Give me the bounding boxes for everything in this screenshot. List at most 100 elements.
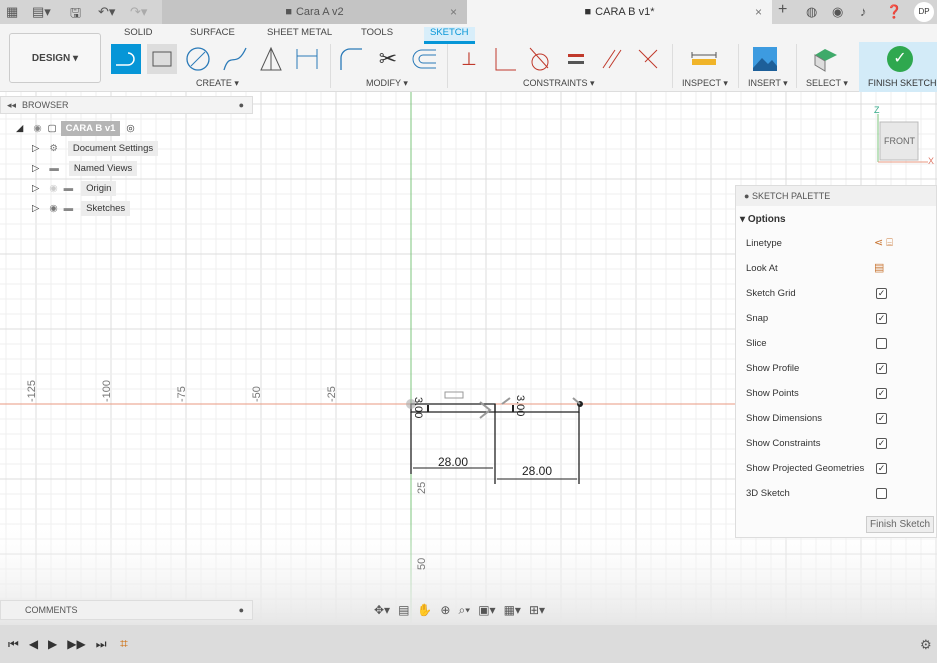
step-back-icon[interactable]: ◀ <box>29 637 38 652</box>
step-forward-icon[interactable]: ▶▶ <box>67 637 85 652</box>
minimize-icon[interactable]: ● <box>744 191 752 201</box>
triangle-tool-icon[interactable] <box>256 44 286 74</box>
fix-constraint-icon[interactable]: ⊥ <box>454 44 484 74</box>
browser-item-sketches[interactable]: ▷ ◉ ▬ Sketches <box>32 199 131 217</box>
browser-item-document-settings[interactable]: ▷ ⚙ Document Settings <box>32 139 159 157</box>
help-icon[interactable]: ❓ <box>886 4 902 20</box>
expand-icon[interactable]: ▷ <box>32 143 39 154</box>
insert-menu[interactable]: INSERT ▾ <box>748 78 788 89</box>
expand-icon[interactable]: ▷ <box>32 203 39 214</box>
circle-tool-icon[interactable] <box>183 44 213 74</box>
finish-sketch-button[interactable]: ✓ FINISH SKETCH ▾ <box>859 42 937 92</box>
spline-tool-icon[interactable] <box>220 44 250 74</box>
sketch-timeline-feature-icon[interactable]: ⌗ <box>120 635 128 652</box>
dimension-tool-icon[interactable] <box>292 44 322 74</box>
active-radio-icon[interactable]: ◎ <box>126 123 134 134</box>
viewports-icon[interactable]: ⊞▾ <box>529 603 545 618</box>
look-at-icon[interactable]: ▤ <box>874 261 884 274</box>
add-comment-icon[interactable]: ● <box>239 605 244 615</box>
zoom-window-icon[interactable]: ⌕▾ <box>458 603 470 618</box>
checkbox-snap[interactable]: ✓ <box>876 313 887 324</box>
checkbox-show-projected-geometries[interactable]: ✓ <box>876 463 887 474</box>
line-tool-icon[interactable] <box>111 44 141 74</box>
go-to-end-icon[interactable]: ⏭ <box>96 637 107 652</box>
grid-settings-icon[interactable]: ▦▾ <box>504 603 521 618</box>
select-icon[interactable] <box>810 44 840 74</box>
checkbox-show-constraints[interactable]: ✓ <box>876 438 887 449</box>
undo-icon[interactable]: ↶▾ <box>98 4 115 20</box>
eye-icon[interactable]: ◉ <box>33 123 41 134</box>
go-to-start-icon[interactable]: ⏮ <box>8 637 19 652</box>
tab-tools[interactable]: TOOLS <box>361 27 393 38</box>
save-icon[interactable]: 🖫 <box>70 4 81 26</box>
options-section[interactable]: ▾ Options <box>740 214 786 225</box>
checkbox-3d-sketch[interactable] <box>876 488 887 499</box>
eye-hidden-icon[interactable]: ◉ <box>49 183 57 194</box>
palette-header[interactable]: ● SKETCH PALETTE <box>736 186 936 206</box>
file-menu-icon[interactable]: ▤▾ <box>32 4 51 20</box>
redo-icon[interactable]: ↷▾ <box>130 4 147 20</box>
pan-hand-icon[interactable]: ✋ <box>417 603 432 618</box>
checkbox-show-profile[interactable]: ✓ <box>876 363 887 374</box>
collapse-icon[interactable]: ◂◂ <box>7 100 16 111</box>
view-cube-face[interactable]: FRONT <box>884 136 915 146</box>
tab-surface[interactable]: SURFACE <box>190 27 235 38</box>
apps-grid-icon[interactable]: ▦ <box>6 4 18 20</box>
modify-menu[interactable]: MODIFY ▾ <box>366 78 408 89</box>
expand-icon[interactable]: ▷ <box>32 183 39 194</box>
tab-sketch[interactable]: SKETCH <box>424 27 475 44</box>
checkbox-slice[interactable] <box>876 338 887 349</box>
orbit-icon[interactable]: ✥▾ <box>374 603 390 618</box>
browser-root[interactable]: ◢ ◉ ▢ CARA B v1 ◎ <box>16 119 135 137</box>
tab-cara-a[interactable]: ■ Cara A v2 × <box>162 0 467 24</box>
checkbox-show-points[interactable]: ✓ <box>876 388 887 399</box>
browser-panel-header[interactable]: ◂◂ BROWSER ● <box>0 96 253 114</box>
tab-solid[interactable]: SOLID <box>124 27 153 38</box>
inspect-menu[interactable]: INSPECT ▾ <box>682 78 728 89</box>
collapse-triangle-icon[interactable]: ◢ <box>16 123 23 134</box>
close-icon[interactable]: × <box>450 5 457 19</box>
eye-icon[interactable]: ◉ <box>49 203 57 214</box>
trim-scissors-icon[interactable]: ✂ <box>373 44 403 74</box>
equal-icon[interactable] <box>561 44 591 74</box>
tangent-icon[interactable] <box>524 44 554 74</box>
perpendicular-icon[interactable] <box>490 44 520 74</box>
look-at-icon[interactable]: ▤ <box>398 603 409 618</box>
parallel-icon[interactable] <box>597 44 627 74</box>
linetype-icon[interactable]: ⋖ ⌸ <box>874 236 893 250</box>
avatar[interactable]: DP <box>914 2 934 22</box>
rectangle-tool-icon[interactable] <box>147 44 177 74</box>
insert-image-icon[interactable] <box>750 44 780 74</box>
workspace-dropdown[interactable]: DESIGN ▾ <box>9 33 101 83</box>
minimize-icon[interactable]: ● <box>239 100 244 110</box>
constraints-menu[interactable]: CONSTRAINTS ▾ <box>523 78 595 89</box>
comments-panel[interactable]: COMMENTS ● <box>0 600 253 620</box>
tab-cara-b[interactable]: ■ CARA B v1* × <box>467 0 772 24</box>
notifications-icon[interactable]: ♪ <box>860 4 867 19</box>
measure-ruler-icon[interactable] <box>689 44 719 74</box>
extensions-icon[interactable]: ◍ <box>806 4 817 20</box>
finish-sketch-palette-button[interactable]: Finish Sketch <box>866 516 934 533</box>
expand-icon[interactable]: ▷ <box>32 163 39 174</box>
checkbox-sketch-grid[interactable]: ✓ <box>876 288 887 299</box>
browser-item-named-views[interactable]: ▷ ▬ Named Views <box>32 159 138 177</box>
checkbox-show-dimensions[interactable]: ✓ <box>876 413 887 424</box>
coincident-icon[interactable] <box>633 44 663 74</box>
new-tab-icon[interactable]: + <box>778 1 787 19</box>
dimension-height-right[interactable]: 3.00 <box>514 395 526 416</box>
timeline-settings-gear-icon[interactable]: ⚙ <box>920 637 932 653</box>
zoom-icon[interactable]: ⊕ <box>440 603 450 618</box>
dimension-width-right[interactable]: 28.00 <box>522 464 552 478</box>
browser-item-origin[interactable]: ▷ ◉ ▬ Origin <box>32 179 117 197</box>
create-menu[interactable]: CREATE ▾ <box>196 78 239 89</box>
dimension-height-left[interactable]: 3.00 <box>412 397 424 418</box>
offset-tool-icon[interactable] <box>409 44 439 74</box>
close-icon[interactable]: × <box>755 5 762 19</box>
dimension-width-left[interactable]: 28.00 <box>438 455 468 469</box>
job-status-icon[interactable]: ◉ <box>832 4 843 20</box>
select-menu[interactable]: SELECT ▾ <box>806 78 848 89</box>
tab-sheet-metal[interactable]: SHEET METAL <box>267 27 332 38</box>
display-settings-icon[interactable]: ▣▾ <box>478 603 495 618</box>
play-icon[interactable]: ▶ <box>48 637 57 652</box>
fillet-tool-icon[interactable] <box>336 44 366 74</box>
